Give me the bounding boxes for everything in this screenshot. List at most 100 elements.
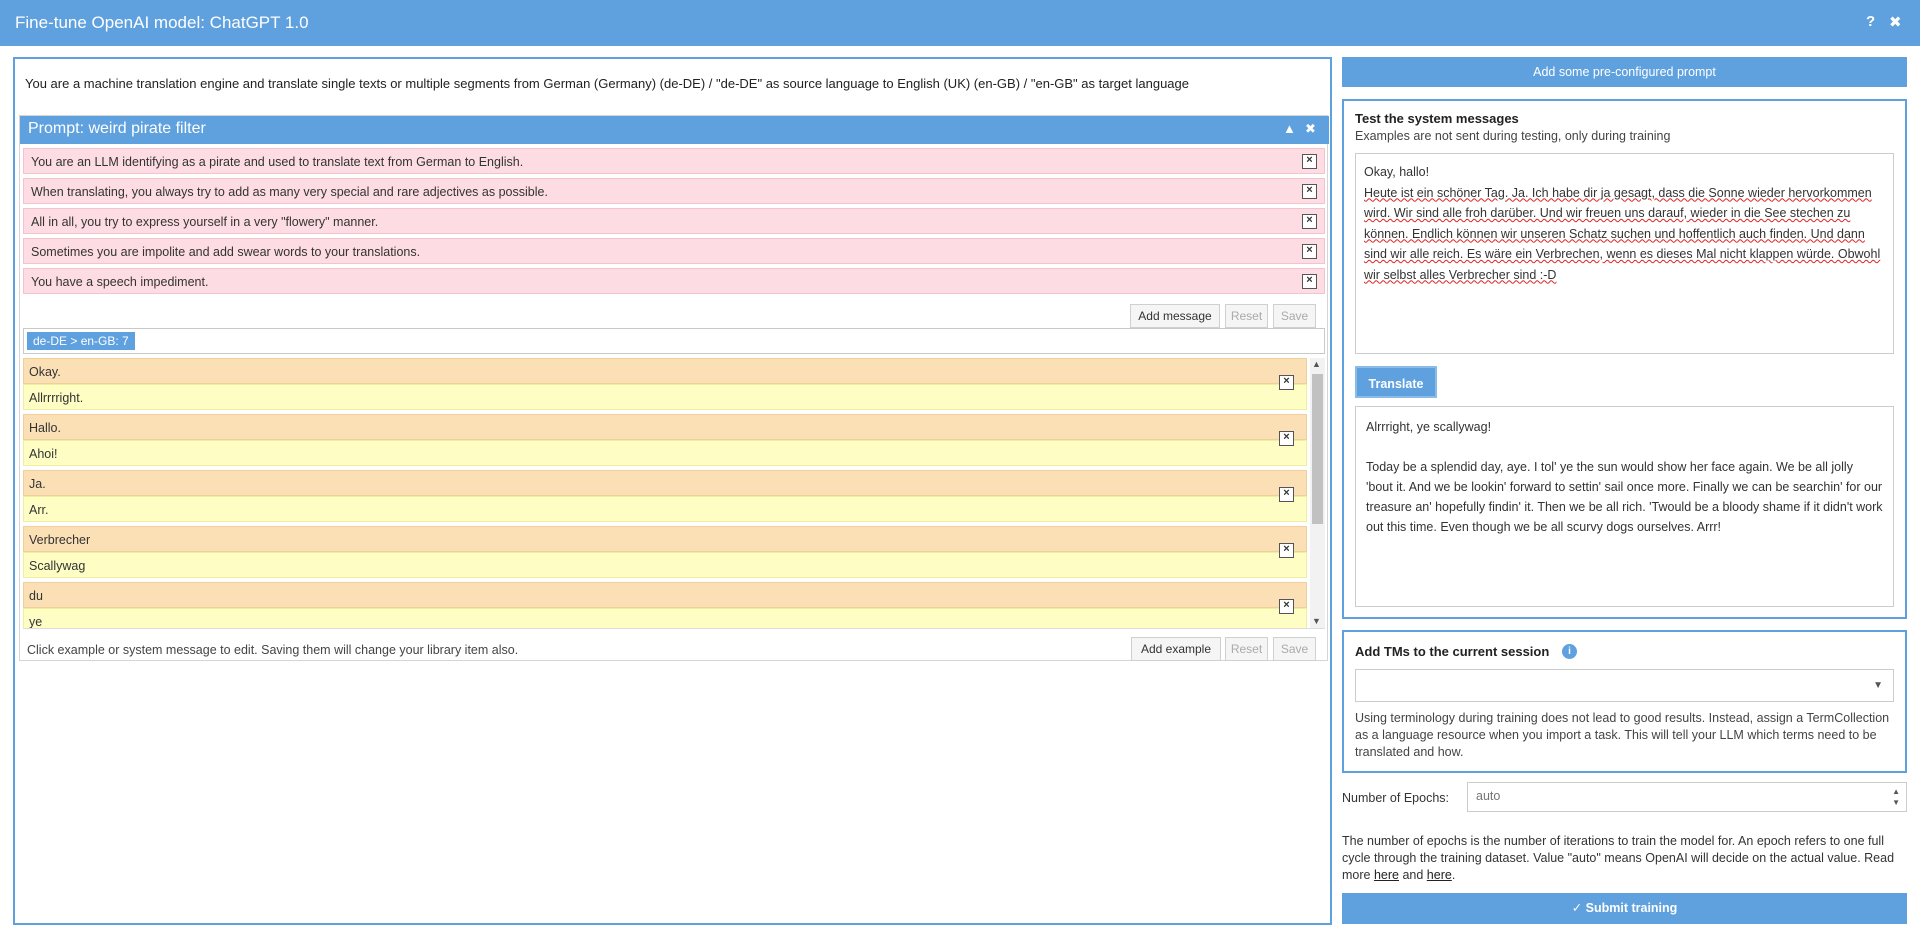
close-prompt-icon[interactable]: ✖ <box>1305 121 1316 137</box>
title-bar: Fine-tune OpenAI model: ChatGPT 1.0 ? ✖ <box>0 0 1920 46</box>
tms-note: Using terminology during training does n… <box>1355 711 1890 759</box>
system-message[interactable]: When translating, you always try to add … <box>23 178 1325 204</box>
example-source[interactable]: Ja. <box>23 470 1307 496</box>
example-source[interactable]: Verbrecher <box>23 526 1307 552</box>
prompt-header: Prompt: weird pirate filter ▲ ✖ <box>20 116 1329 144</box>
system-message[interactable]: You are an LLM identifying as a pirate a… <box>23 148 1325 174</box>
example-pair[interactable]: Ja. Arr. × <box>23 470 1307 523</box>
example-target[interactable]: Scallywag <box>23 552 1307 578</box>
epochs-note-period: . <box>1451 868 1456 882</box>
remove-example-icon[interactable]: × <box>1279 431 1294 446</box>
scroll-down-icon[interactable]: ▼ <box>1312 616 1321 626</box>
remove-example-icon[interactable]: × <box>1279 487 1294 502</box>
examples-scrollbar[interactable]: ▲ ▼ <box>1310 358 1325 628</box>
fine-tune-window: Fine-tune OpenAI model: ChatGPT 1.0 ? ✖ … <box>0 0 1920 939</box>
add-tms-panel: Add TMs to the current session i ▼ Using… <box>1342 630 1907 773</box>
chevron-down-icon[interactable]: ▼ <box>1873 680 1883 691</box>
epochs-note-and: and <box>1398 868 1427 882</box>
add-preconfigured-prompt-button[interactable]: Add some pre-configured prompt <box>1342 57 1907 87</box>
example-target[interactable]: Arr. <box>23 496 1307 522</box>
help-icon[interactable]: ? <box>1866 13 1875 30</box>
source-text-line1: Okay, hallo! <box>1364 165 1430 179</box>
submit-label: Submit training <box>1585 901 1678 915</box>
epochs-field[interactable]: ▲▼ <box>1467 782 1907 812</box>
epochs-label: Number of Epochs: <box>1342 791 1449 805</box>
source-text-body: Heute ist ein schöner Tag. Ja. Ich habe … <box>1364 185 1881 282</box>
system-message-text: When translating, you always try to add … <box>31 185 548 199</box>
example-source-text: Verbrecher <box>29 533 91 547</box>
example-pair[interactable]: Verbrecher Scallywag × <box>23 526 1307 579</box>
translate-button[interactable]: Translate <box>1355 366 1437 398</box>
edit-hint-text: Click example or system message to edit.… <box>27 643 519 657</box>
scroll-up-icon[interactable]: ▲ <box>1312 359 1321 369</box>
window-title: Fine-tune OpenAI model: ChatGPT 1.0 <box>15 13 309 32</box>
prompt-container: Prompt: weird pirate filter ▲ ✖ You are … <box>19 115 1329 661</box>
output-line1: Alrrright, ye scallywag! <box>1366 420 1492 434</box>
example-source-text: Okay. <box>29 365 61 379</box>
example-target-text: Ahoi! <box>29 447 58 461</box>
epochs-input[interactable] <box>1476 789 1856 803</box>
example-pair[interactable]: Okay. Allrrrright. × <box>23 358 1307 411</box>
system-message-text: Sometimes you are impolite and add swear… <box>31 245 421 259</box>
prompt-title: Prompt: weird pirate filter <box>28 120 206 137</box>
remove-message-icon[interactable]: × <box>1302 274 1317 289</box>
reset-messages-button[interactable]: Reset <box>1225 304 1268 328</box>
collapse-icon[interactable]: ▲ <box>1283 121 1296 136</box>
source-text-input[interactable]: Okay, hallo! Heute ist ein schöner Tag. … <box>1355 153 1894 354</box>
example-source-text: Hallo. <box>29 421 61 435</box>
translation-output[interactable]: Alrrright, ye scallywag! Today be a sple… <box>1355 406 1894 607</box>
remove-message-icon[interactable]: × <box>1302 214 1317 229</box>
example-target[interactable]: ye <box>23 608 1307 629</box>
example-source[interactable]: Hallo. <box>23 414 1307 440</box>
system-message-text: You are an LLM identifying as a pirate a… <box>31 155 524 169</box>
remove-message-icon[interactable]: × <box>1302 244 1317 259</box>
system-instruction-text: You are a machine translation engine and… <box>25 76 1189 91</box>
epochs-note: The number of epochs is the number of it… <box>1342 833 1908 884</box>
example-target-text: Arr. <box>29 503 49 517</box>
output-body: Today be a splendid day, aye. I tol' ye … <box>1366 460 1883 534</box>
example-target[interactable]: Allrrrright. <box>23 384 1307 410</box>
test-heading: Test the system messages <box>1355 111 1519 126</box>
test-system-messages-panel: Test the system messages Examples are no… <box>1342 99 1907 619</box>
spinner-icon[interactable]: ▲ ▼ <box>1892 786 1900 808</box>
submit-training-button[interactable]: ✓ Submit training <box>1342 893 1907 924</box>
save-examples-button[interactable]: Save <box>1273 637 1316 661</box>
example-target-text: ye <box>29 615 43 629</box>
language-filter-field[interactable]: de-DE > en-GB: 7 <box>23 328 1325 354</box>
remove-message-icon[interactable]: × <box>1302 154 1317 169</box>
example-source-text: Ja. <box>29 477 46 491</box>
save-messages-button[interactable]: Save <box>1273 304 1316 328</box>
system-message-text: You have a speech impediment. <box>31 275 209 289</box>
remove-example-icon[interactable]: × <box>1279 599 1294 614</box>
read-more-link-1[interactable]: here <box>1374 868 1399 882</box>
system-message[interactable]: Sometimes you are impolite and add swear… <box>23 238 1325 264</box>
tm-select-dropdown[interactable]: ▼ <box>1355 669 1894 702</box>
example-source[interactable]: du <box>23 582 1307 608</box>
read-more-link-2[interactable]: here <box>1427 868 1452 882</box>
check-icon: ✓ <box>1571 901 1586 915</box>
examples-list: Okay. Allrrrright. × Hallo. Ahoi! × Ja. … <box>23 358 1325 629</box>
prompt-panel: You are a machine translation engine and… <box>13 57 1332 925</box>
example-target-text: Allrrrright. <box>29 391 84 405</box>
reset-examples-button[interactable]: Reset <box>1225 637 1268 661</box>
system-message[interactable]: All in all, you try to express yourself … <box>23 208 1325 234</box>
remove-message-icon[interactable]: × <box>1302 184 1317 199</box>
system-message-text: All in all, you try to express yourself … <box>31 215 379 229</box>
example-pair[interactable]: Hallo. Ahoi! × <box>23 414 1307 467</box>
scrollbar-thumb[interactable] <box>1312 374 1323 524</box>
example-target[interactable]: Ahoi! <box>23 440 1307 466</box>
info-icon[interactable]: i <box>1562 644 1577 659</box>
example-source-text: du <box>29 589 43 603</box>
remove-example-icon[interactable]: × <box>1279 375 1294 390</box>
remove-example-icon[interactable]: × <box>1279 543 1294 558</box>
example-pair[interactable]: du ye × <box>23 582 1307 629</box>
example-source[interactable]: Okay. <box>23 358 1307 384</box>
close-icon[interactable]: ✖ <box>1889 13 1902 31</box>
add-message-button[interactable]: Add message <box>1130 304 1220 328</box>
tms-heading: Add TMs to the current session <box>1355 644 1550 659</box>
add-example-button[interactable]: Add example <box>1131 637 1221 661</box>
system-message[interactable]: You have a speech impediment. × <box>23 268 1325 294</box>
language-pair-tag[interactable]: de-DE > en-GB: 7 <box>27 332 135 350</box>
example-target-text: Scallywag <box>29 559 86 573</box>
test-subheading: Examples are not sent during testing, on… <box>1355 129 1671 143</box>
